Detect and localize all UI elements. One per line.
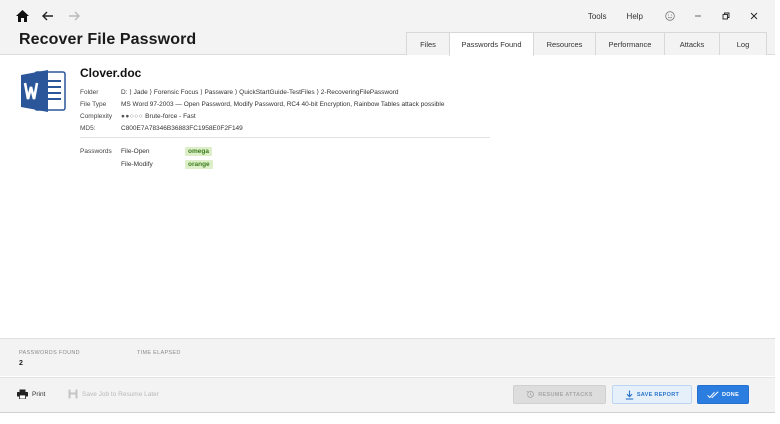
password-row: File-Modify orange [80, 158, 213, 171]
complexity-text: Brute-force - Fast [145, 112, 196, 120]
smiley-feedback-icon[interactable] [663, 9, 677, 23]
download-icon [625, 390, 634, 400]
page-title: Recover File Password [19, 31, 197, 48]
detail-label: Complexity [80, 112, 113, 120]
print-button[interactable]: Print [17, 389, 45, 399]
detail-label: MD5: [80, 124, 96, 132]
navigation-bar [14, 8, 82, 24]
home-icon[interactable] [14, 8, 30, 24]
passwords-found-label: PASSWORDS FOUND [19, 350, 80, 356]
save-job-label: Save Job to Resume Later [82, 390, 159, 398]
save-report-label: SAVE REPORT [636, 391, 680, 398]
top-header: Recover File Password Tools Help Files P… [0, 0, 775, 56]
md5-value: C800E7A78346B36883FC1958E0F2F149 [121, 124, 243, 132]
help-menu[interactable]: Help [627, 12, 643, 21]
print-label: Print [32, 390, 46, 398]
tab-bar: Files Passwords Found Resources Performa… [406, 32, 767, 56]
word-document-icon [21, 68, 67, 114]
passwords-found-count: 2 [19, 360, 23, 367]
status-bar: PASSWORDS FOUND 2 TIME ELAPSED [0, 338, 775, 376]
tab-passwords-found[interactable]: Passwords Found [449, 32, 534, 56]
detail-row-md5: MD5: C800E7A78346B36883FC1958E0F2F149 [80, 122, 444, 134]
password-value[interactable]: orange [185, 160, 213, 169]
file-type-value: MS Word 97-2003 — Open Password, Modify … [121, 100, 445, 108]
done-button[interactable]: DONE [697, 385, 749, 404]
back-arrow-icon[interactable] [40, 8, 56, 24]
history-icon [526, 390, 535, 398]
time-elapsed-label: TIME ELAPSED [137, 350, 181, 356]
save-job-button[interactable]: Save Job to Resume Later [68, 389, 159, 399]
password-row: Passwords File-Open omega [80, 145, 213, 158]
section-divider [80, 137, 490, 138]
passwords-label: Passwords [80, 148, 112, 155]
file-details: Folder D: ⟩ Jade ⟩ Forensic Focus ⟩ Pass… [80, 86, 444, 134]
printer-icon [17, 389, 28, 399]
save-report-button[interactable]: SAVE REPORT [612, 385, 692, 404]
detail-label: Folder [80, 88, 99, 96]
floppy-disk-icon [68, 389, 78, 399]
forward-arrow-icon[interactable] [66, 8, 82, 24]
resume-attacks-button[interactable]: RESUME ATTACKS [513, 385, 606, 404]
password-type: File-Modify [121, 161, 153, 168]
complexity-value: ●●○○○ Brute-force - Fast [121, 113, 196, 120]
detail-label: File Type [80, 100, 107, 108]
action-footer: Print Save Job to Resume Later RESUME AT… [0, 377, 775, 413]
file-name: Clover.doc [80, 66, 142, 80]
passwords-section: Passwords File-Open omega File-Modify or… [80, 145, 213, 171]
resume-attacks-label: RESUME ATTACKS [538, 391, 593, 398]
double-check-icon [707, 390, 719, 398]
password-type: File-Open [121, 148, 150, 155]
password-value[interactable]: omega [185, 147, 212, 156]
tab-resources[interactable]: Resources [533, 32, 596, 55]
tab-files[interactable]: Files [406, 32, 450, 55]
tab-log[interactable]: Log [719, 32, 767, 55]
window-controls: Tools Help [588, 9, 761, 23]
done-label: DONE [721, 391, 740, 398]
tab-attacks[interactable]: Attacks [664, 32, 720, 55]
close-icon[interactable] [747, 9, 761, 23]
tab-performance[interactable]: Performance [595, 32, 665, 55]
detail-row-complexity: Complexity ●●○○○ Brute-force - Fast [80, 110, 444, 122]
folder-path: D: ⟩ Jade ⟩ Forensic Focus ⟩ Passware ⟩ … [121, 89, 399, 96]
restore-icon[interactable] [719, 9, 733, 23]
detail-row-folder: Folder D: ⟩ Jade ⟩ Forensic Focus ⟩ Pass… [80, 86, 444, 98]
minimize-icon[interactable] [691, 9, 705, 23]
tools-menu[interactable]: Tools [588, 12, 607, 21]
detail-row-file-type: File Type MS Word 97-2003 — Open Passwor… [80, 98, 444, 110]
complexity-dots: ●●○○○ [121, 112, 144, 120]
